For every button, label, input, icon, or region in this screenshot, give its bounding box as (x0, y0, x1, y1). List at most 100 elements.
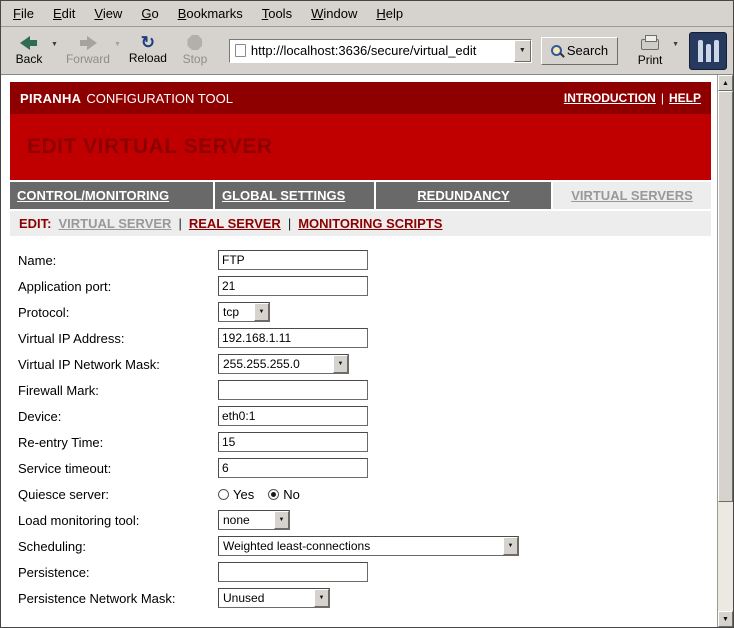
tab-virtual-servers[interactable]: VIRTUAL SERVERS (553, 182, 711, 209)
virtual-server-form: Name: Application port: Protocol: tcp ▼ … (10, 236, 711, 611)
print-dropdown-icon[interactable]: ▼ (672, 41, 679, 48)
chevron-down-icon: ▼ (333, 355, 348, 373)
menu-go[interactable]: Go (141, 6, 158, 21)
subnav-real-server-link[interactable]: REAL SERVER (189, 216, 281, 231)
piranha-header-bar: PIRANHA CONFIGURATION TOOL INTRODUCTION … (10, 82, 711, 114)
stop-label: Stop (183, 52, 208, 66)
logo-bar (714, 40, 719, 62)
persistence-netmask-select[interactable]: Unused ▼ (218, 588, 330, 608)
form-row-persistence-netmask: Persistence Network Mask: Unused ▼ (10, 585, 711, 611)
forward-label: Forward (66, 52, 110, 66)
form-row-load-monitoring: Load monitoring tool: none ▼ (10, 507, 711, 533)
virtual-ip-netmask-select[interactable]: 255.255.255.0 ▼ (218, 354, 349, 374)
chevron-down-icon: ▼ (254, 303, 269, 321)
service-timeout-label: Service timeout: (18, 461, 218, 476)
tab-control-monitoring[interactable]: CONTROL/MONITORING (10, 182, 213, 209)
help-link[interactable]: HELP (669, 91, 701, 105)
scrollbar-track[interactable] (718, 91, 733, 611)
print-button[interactable]: Print (628, 30, 672, 72)
back-label: Back (16, 52, 43, 66)
device-input[interactable] (218, 406, 368, 426)
tab-label: GLOBAL SETTINGS (222, 188, 345, 203)
chevron-down-icon: ▼ (519, 47, 526, 54)
device-label: Device: (18, 409, 218, 424)
subnav-virtual-server-link[interactable]: VIRTUAL SERVER (59, 216, 172, 231)
persistence-input[interactable] (218, 562, 368, 582)
url-dropdown-button[interactable]: ▼ (514, 40, 531, 62)
application-port-label: Application port: (18, 279, 218, 294)
menu-file[interactable]: File (13, 6, 34, 21)
service-timeout-input[interactable] (218, 458, 368, 478)
chevron-down-icon: ▼ (274, 511, 289, 529)
name-label: Name: (18, 253, 218, 268)
protocol-label: Protocol: (18, 305, 218, 320)
form-row-firewall-mark: Firewall Mark: (10, 377, 711, 403)
introduction-link[interactable]: INTRODUCTION (564, 91, 656, 105)
menu-bookmarks[interactable]: Bookmarks (178, 6, 243, 21)
edit-prefix: EDIT: (19, 216, 52, 231)
tab-redundancy[interactable]: REDUNDANCY (376, 182, 551, 209)
scheduling-select[interactable]: Weighted least-connections ▼ (218, 536, 519, 556)
browser-window: File Edit View Go Bookmarks Tools Window… (0, 0, 734, 628)
load-monitoring-select[interactable]: none ▼ (218, 510, 290, 530)
form-row-name: Name: (10, 247, 711, 273)
chevron-down-icon: ▼ (314, 589, 329, 607)
page-icon (235, 44, 246, 57)
name-input[interactable] (218, 250, 368, 270)
scheduling-label: Scheduling: (18, 539, 218, 554)
protocol-select[interactable]: tcp ▼ (218, 302, 270, 322)
vertical-scrollbar[interactable]: ▲ ▼ (717, 75, 733, 627)
mozilla-logo[interactable] (689, 32, 727, 70)
form-row-scheduling: Scheduling: Weighted least-connections ▼ (10, 533, 711, 559)
scrollbar-thumb[interactable] (718, 91, 733, 502)
persistence-netmask-select-value: Unused (219, 591, 314, 605)
content-area: PIRANHA CONFIGURATION TOOL INTRODUCTION … (1, 75, 733, 627)
tab-label: REDUNDANCY (417, 188, 509, 203)
virtual-ip-input[interactable] (218, 328, 368, 348)
tab-bar: CONTROL/MONITORING GLOBAL SETTINGS REDUN… (10, 182, 711, 209)
form-row-virtual-ip: Virtual IP Address: (10, 325, 711, 351)
application-port-input[interactable] (218, 276, 368, 296)
tab-label: CONTROL/MONITORING (17, 188, 169, 203)
scroll-down-button[interactable]: ▼ (718, 611, 733, 627)
tab-label: VIRTUAL SERVERS (571, 188, 693, 203)
subnav-monitoring-scripts-link[interactable]: MONITORING SCRIPTS (298, 216, 442, 231)
search-button[interactable]: Search (541, 37, 618, 65)
scheduling-select-value: Weighted least-connections (219, 539, 503, 553)
back-button[interactable]: Back (7, 30, 51, 72)
subnav-separator: | (288, 216, 291, 231)
menu-bar: File Edit View Go Bookmarks Tools Window… (1, 1, 733, 27)
menu-edit[interactable]: Edit (53, 6, 75, 21)
virtual-ip-netmask-label: Virtual IP Network Mask: (18, 357, 218, 372)
virtual-ip-label: Virtual IP Address: (18, 331, 218, 346)
load-monitoring-select-value: none (219, 513, 274, 527)
stop-button[interactable]: Stop (173, 30, 217, 72)
forward-button[interactable]: Forward (62, 30, 114, 72)
back-arrow-icon (20, 36, 38, 50)
brand-name: PIRANHA (20, 91, 81, 106)
logo-bar (698, 40, 703, 62)
scroll-up-button[interactable]: ▲ (718, 75, 733, 91)
form-row-reentry-time: Re-entry Time: (10, 429, 711, 455)
virtual-ip-netmask-select-value: 255.255.255.0 (219, 357, 333, 371)
quiesce-no-radio[interactable] (268, 489, 279, 500)
reload-button[interactable]: ↻ Reload (125, 30, 171, 72)
load-monitoring-label: Load monitoring tool: (18, 513, 218, 528)
firewall-mark-input[interactable] (218, 380, 368, 400)
url-input[interactable]: http://localhost:3636/secure/virtual_edi… (251, 43, 514, 58)
search-label: Search (567, 43, 608, 58)
quiesce-yes-radio[interactable] (218, 489, 229, 500)
persistence-label: Persistence: (18, 565, 218, 580)
forward-history-dropdown-icon[interactable]: ▼ (114, 41, 121, 48)
quiesce-yes-label: Yes (233, 487, 254, 502)
back-history-dropdown-icon[interactable]: ▼ (51, 41, 58, 48)
menu-view[interactable]: View (94, 6, 122, 21)
url-bar[interactable]: http://localhost:3636/secure/virtual_edi… (229, 39, 532, 63)
menu-help[interactable]: Help (376, 6, 403, 21)
tab-global-settings[interactable]: GLOBAL SETTINGS (215, 182, 374, 209)
reload-icon: ↻ (141, 36, 155, 50)
reentry-time-input[interactable] (218, 432, 368, 452)
menu-tools[interactable]: Tools (262, 6, 292, 21)
menu-window[interactable]: Window (311, 6, 357, 21)
stop-icon (187, 35, 202, 50)
